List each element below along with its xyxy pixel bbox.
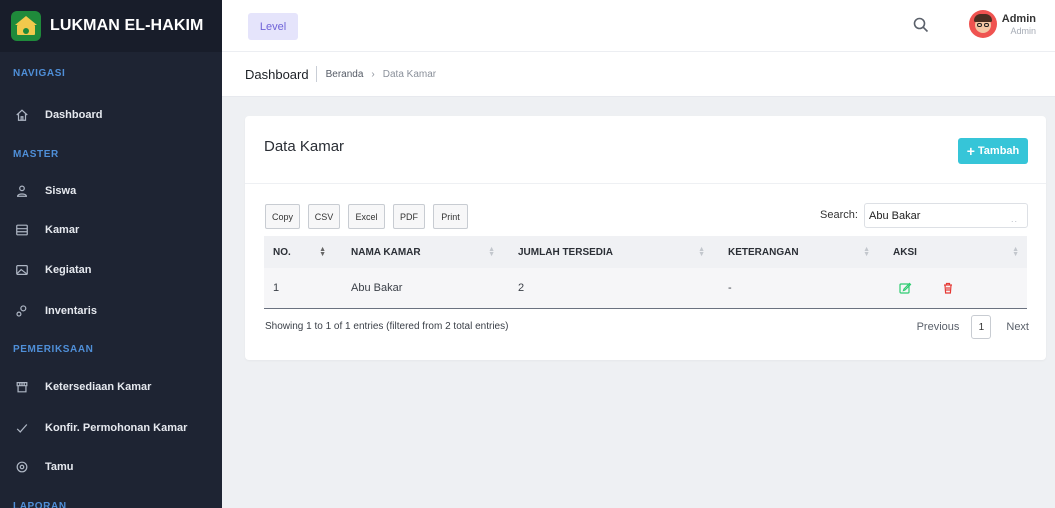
sidebar-item-label: Siswa xyxy=(45,185,77,197)
cell-aksi xyxy=(878,268,1027,309)
data-table: NO. ▲ ▼ NAMA KAMAR ▲ ▼ JUMLAH TERSEDIA ▲ ▼ … xyxy=(264,236,1027,309)
sidebar-item-label: Dashboard xyxy=(45,109,103,121)
sidebar-item-dashboard[interactable]: Dashboard xyxy=(0,101,222,129)
topbar: Level Admin Admin xyxy=(222,0,1055,52)
add-button-label: Tambah xyxy=(977,145,1020,157)
room-icon xyxy=(14,222,30,238)
plus-icon: + xyxy=(966,143,975,159)
sidebar-item-label: Tamu xyxy=(45,461,74,473)
sidebar: LUKMAN EL-HAKIM NAVIGASI Dashboard MASTE… xyxy=(0,0,222,508)
sort-icon: ▲ ▼ xyxy=(319,246,326,258)
breadcrumb-current: Data Kamar xyxy=(382,68,437,80)
breadcrumb-home-link[interactable]: Beranda xyxy=(326,69,364,80)
sidebar-item-kegiatan[interactable]: Kegiatan xyxy=(0,256,222,284)
column-header-jumlah-tersedia[interactable]: JUMLAH TERSEDIA ▲ ▼ xyxy=(503,236,713,268)
sidebar-item-ketersediaan-kamar[interactable]: Ketersediaan Kamar xyxy=(0,373,222,401)
nav-heading-navigasi: NAVIGASI xyxy=(13,68,66,79)
cell-jumlah-tersedia: 2 xyxy=(503,268,713,309)
search-input[interactable] xyxy=(864,203,1028,228)
brand[interactable]: LUKMAN EL-HAKIM xyxy=(0,0,222,52)
sidebar-item-label: Kamar xyxy=(45,224,80,236)
table-header-row: NO. ▲ ▼ NAMA KAMAR ▲ ▼ JUMLAH TERSEDIA ▲ ▼ … xyxy=(264,236,1027,268)
card-title: Data Kamar xyxy=(264,138,345,155)
delete-icon[interactable] xyxy=(941,281,955,295)
sort-icon: ▲ ▼ xyxy=(1012,246,1019,258)
sidebar-item-siswa[interactable]: Siswa xyxy=(0,177,222,205)
brand-name: LUKMAN EL-HAKIM xyxy=(50,17,204,34)
sidebar-item-inventaris[interactable]: Inventaris xyxy=(0,297,222,325)
logo-icon xyxy=(11,11,41,41)
sidebar-item-kamar[interactable]: Kamar xyxy=(0,216,222,244)
next-page-button[interactable]: Next xyxy=(1006,321,1029,333)
add-button[interactable]: + Tambah xyxy=(958,138,1028,164)
column-header-no[interactable]: NO. ▲ ▼ xyxy=(264,236,334,268)
nav-heading-pemeriksaan: PEMERIKSAAN xyxy=(13,344,94,355)
excel-button[interactable]: Excel xyxy=(348,204,385,229)
image-icon xyxy=(14,262,30,278)
edit-icon[interactable] xyxy=(898,281,912,295)
breadcrumb-divider xyxy=(315,66,317,82)
pdf-button[interactable]: PDF xyxy=(393,204,425,229)
card-header: Data Kamar + Tambah xyxy=(245,116,1046,184)
table-info: Showing 1 to 1 of 1 entries (filtered fr… xyxy=(265,321,509,332)
cell-keterangan: - xyxy=(713,268,878,309)
sort-icon: ▲ ▼ xyxy=(863,246,870,258)
print-button[interactable]: Print xyxy=(433,204,468,229)
sidebar-item-label: Kegiatan xyxy=(45,264,92,276)
home-icon xyxy=(14,107,30,123)
sidebar-item-label: Ketersediaan Kamar xyxy=(45,381,152,393)
search-icon[interactable] xyxy=(912,16,930,34)
pagination: Previous 1 Next xyxy=(917,315,1029,339)
sidebar-item-label: Inventaris xyxy=(45,305,97,317)
export-buttons: Copy CSV Excel PDF Print xyxy=(265,204,476,229)
inventory-icon xyxy=(14,303,30,319)
column-header-aksi[interactable]: AKSI ▲ ▼ xyxy=(878,236,1027,268)
target-icon xyxy=(14,459,30,475)
user-name[interactable]: Admin xyxy=(1002,13,1036,25)
previous-page-button[interactable]: Previous xyxy=(917,321,960,333)
column-header-keterangan[interactable]: KETERANGAN ▲ ▼ xyxy=(713,236,878,268)
copy-button[interactable]: Copy xyxy=(265,204,300,229)
cell-no: 1 xyxy=(264,268,334,309)
sidebar-item-tamu[interactable]: Tamu xyxy=(0,453,222,481)
page-1-button[interactable]: 1 xyxy=(971,315,992,339)
nav-heading-laporan: LAPORAN xyxy=(13,501,67,508)
user-role: Admin xyxy=(1010,26,1036,36)
sidebar-item-label: Konfir. Permohonan Kamar xyxy=(45,422,188,434)
check-icon xyxy=(14,420,30,436)
breadcrumb: Dashboard Beranda › Data Kamar xyxy=(222,52,1055,97)
chevron-right-icon: › xyxy=(371,68,375,80)
store-icon xyxy=(14,379,30,395)
table-row: 1 Abu Bakar 2 - xyxy=(264,268,1027,309)
column-header-nama-kamar[interactable]: NAMA KAMAR ▲ ▼ xyxy=(334,236,503,268)
sidebar-item-konfir-permohonan-kamar[interactable]: Konfir. Permohonan Kamar xyxy=(0,414,222,442)
user-icon xyxy=(14,183,30,199)
cell-nama-kamar: Abu Bakar xyxy=(334,268,503,309)
sort-icon: ▲ ▼ xyxy=(488,246,495,258)
page-title: Dashboard xyxy=(245,66,309,82)
sort-icon: ▲ ▼ xyxy=(698,246,705,258)
csv-button[interactable]: CSV xyxy=(308,204,340,229)
level-button[interactable]: Level xyxy=(248,13,298,40)
search-label: Search: xyxy=(820,209,858,221)
data-kamar-card: Data Kamar + Tambah Copy CSV Excel PDF P… xyxy=(245,116,1046,360)
nav-heading-master: MASTER xyxy=(13,149,59,160)
avatar[interactable] xyxy=(969,10,997,38)
input-dots-icon: .. xyxy=(1011,214,1019,224)
